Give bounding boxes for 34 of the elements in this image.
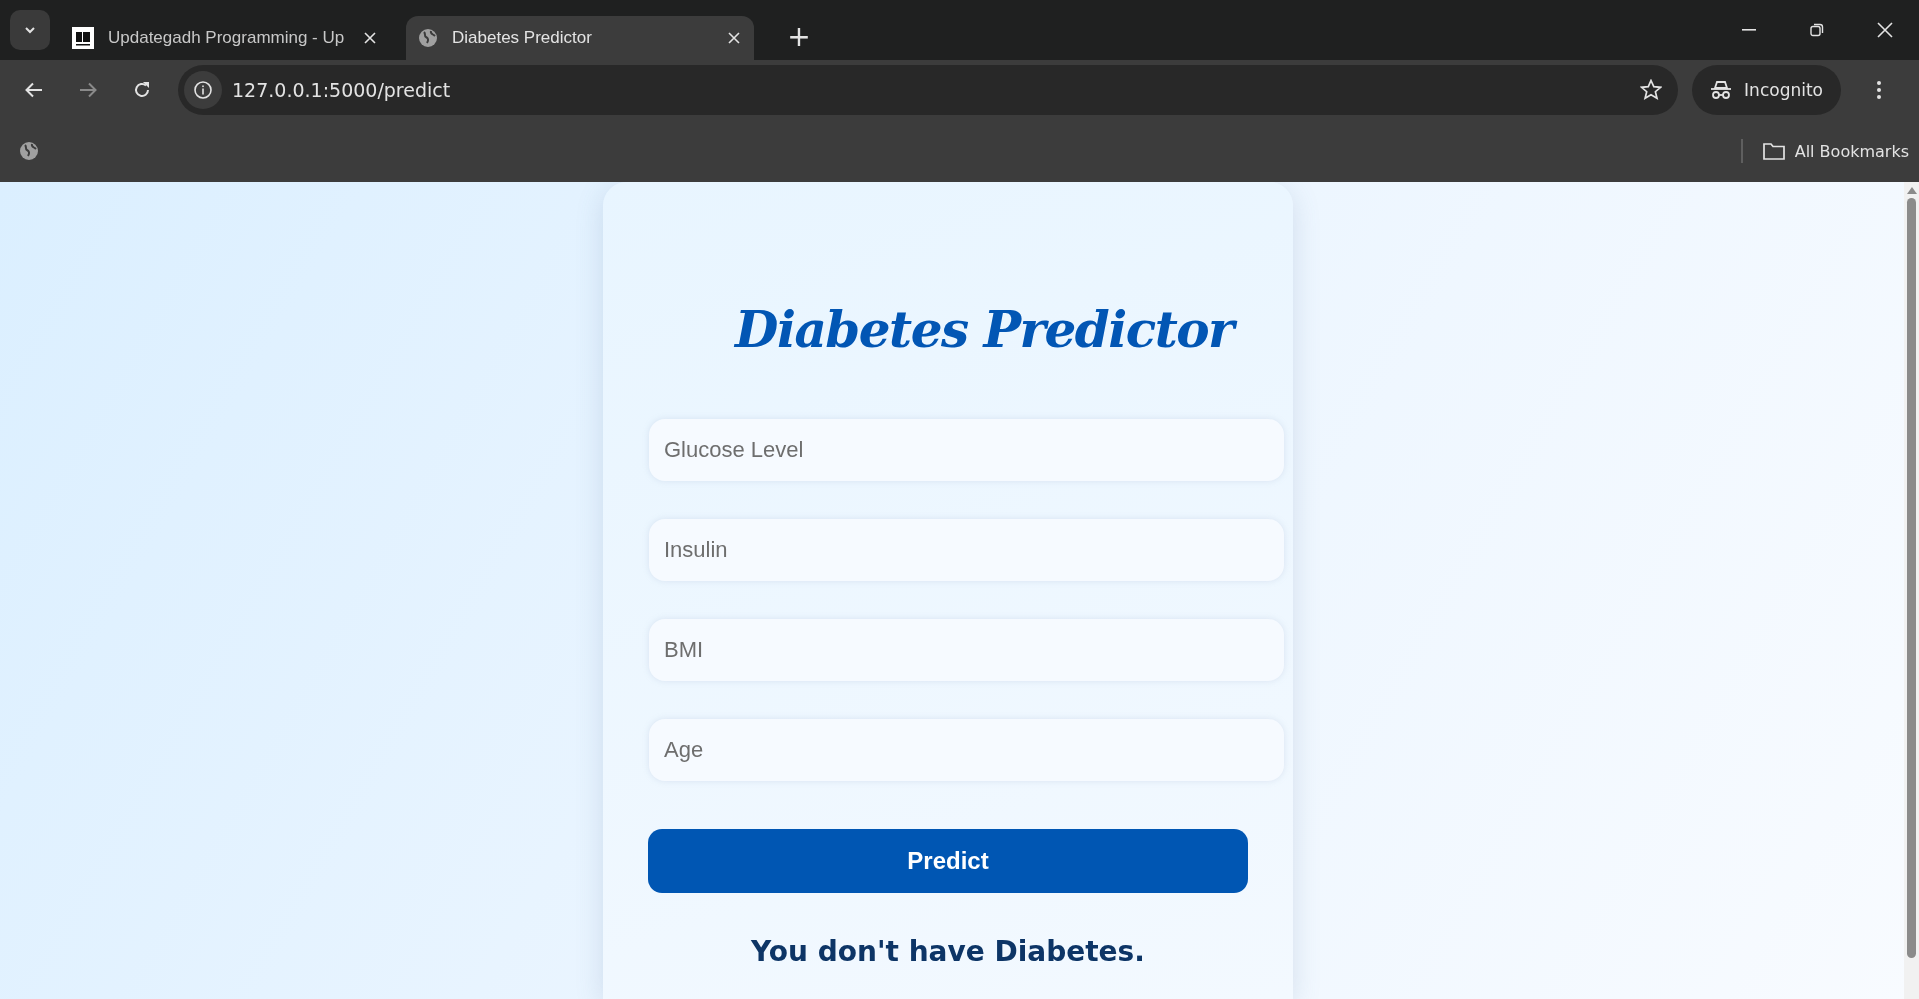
menu-icon bbox=[1877, 81, 1881, 99]
all-bookmarks-button[interactable]: All Bookmarks bbox=[1762, 141, 1909, 161]
browser-tab[interactable]: Diabetes Predictor bbox=[406, 16, 754, 60]
input-field[interactable]: Insulin bbox=[649, 519, 1284, 581]
input-field[interactable]: Age bbox=[649, 719, 1284, 781]
scrollbar[interactable] bbox=[1904, 182, 1919, 999]
close-icon bbox=[728, 32, 740, 44]
info-icon bbox=[194, 81, 212, 99]
new-tab-button[interactable]: + bbox=[784, 22, 814, 52]
globe-icon bbox=[418, 28, 438, 48]
folder-icon bbox=[1762, 142, 1785, 160]
input-field[interactable]: Glucose Level bbox=[649, 419, 1284, 481]
reload-icon bbox=[133, 81, 151, 99]
scroll-up-icon[interactable] bbox=[1906, 187, 1917, 194]
bookmark-star-icon[interactable] bbox=[1640, 79, 1663, 101]
back-arrow-icon bbox=[25, 82, 43, 98]
forward-arrow-icon bbox=[79, 82, 97, 98]
close-icon bbox=[1877, 22, 1893, 38]
address-bar[interactable]: 127.0.0.1:5000/predict bbox=[178, 65, 1679, 115]
minimize-icon bbox=[1742, 29, 1756, 31]
browser-tab[interactable]: Updategadh Programming - Up bbox=[60, 16, 390, 60]
incognito-icon bbox=[1710, 80, 1733, 100]
site-favicon-icon bbox=[72, 27, 94, 49]
incognito-button[interactable]: Incognito bbox=[1692, 65, 1841, 115]
site-info-button[interactable] bbox=[184, 71, 222, 109]
predict-button[interactable]: Predict bbox=[648, 829, 1248, 893]
tab-list-button[interactable] bbox=[10, 10, 50, 50]
prediction-result: You don't have Diabetes. bbox=[751, 935, 1145, 968]
url-text: 127.0.0.1:5000/predict bbox=[232, 79, 452, 101]
globe-icon bbox=[19, 141, 39, 161]
restore-icon bbox=[1810, 23, 1824, 37]
close-icon bbox=[364, 32, 376, 44]
scrollbar-thumb[interactable] bbox=[1907, 198, 1916, 958]
input-field[interactable]: BMI bbox=[649, 619, 1284, 681]
